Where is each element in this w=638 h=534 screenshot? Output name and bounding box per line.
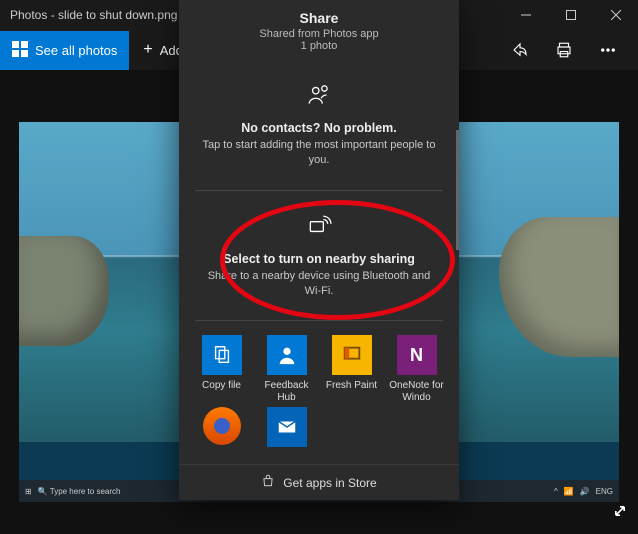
share-count: 1 photo <box>191 40 447 52</box>
minimize-button[interactable] <box>503 0 548 30</box>
close-button[interactable] <box>593 0 638 30</box>
photo-detail <box>19 236 109 346</box>
print-button[interactable] <box>542 30 586 70</box>
plus-icon: + <box>143 41 152 59</box>
app-feedback-hub[interactable]: Feedback Hub <box>256 335 317 403</box>
onenote-icon: N <box>397 335 437 375</box>
get-apps-label: Get apps in Store <box>283 476 376 490</box>
photo-detail <box>499 217 619 357</box>
photos-grid-icon <box>12 41 28 60</box>
maximize-button[interactable] <box>548 0 593 30</box>
share-subtitle: Shared from Photos app <box>191 28 447 40</box>
app-fresh-paint[interactable]: Fresh Paint <box>321 335 382 403</box>
share-title: Share <box>191 10 447 26</box>
app-mail[interactable] <box>256 407 317 452</box>
mail-icon <box>267 407 307 447</box>
share-panel: Share Shared from Photos app 1 photo No … <box>179 0 459 500</box>
nearby-heading: Select to turn on nearby sharing <box>199 252 439 266</box>
share-header: Share Shared from Photos app 1 photo <box>179 0 459 60</box>
nearby-text: Share to a nearby device using Bluetooth… <box>199 269 439 299</box>
more-button[interactable] <box>586 30 630 70</box>
person-icon <box>267 335 307 375</box>
contacts-text: Tap to start adding the most important p… <box>199 138 439 168</box>
copy-icon <box>202 335 242 375</box>
contacts-heading: No contacts? No problem. <box>199 121 439 135</box>
resize-handle-icon[interactable] <box>610 501 630 526</box>
nearby-sharing-block[interactable]: Select to turn on nearby sharing Share t… <box>191 191 447 321</box>
share-apps-grid: Copy file Feedback Hub Fresh Paint N One… <box>191 321 447 458</box>
firefox-icon <box>203 407 241 445</box>
app-onenote[interactable]: N OneNote for Windo <box>386 335 447 403</box>
get-apps-button[interactable]: Get apps in Store <box>179 464 459 500</box>
nearby-share-icon <box>306 226 332 243</box>
people-icon <box>306 95 332 112</box>
scrollbar-thumb[interactable] <box>456 130 459 250</box>
contacts-block[interactable]: No contacts? No problem. Tap to start ad… <box>191 60 447 190</box>
app-copy-file[interactable]: Copy file <box>191 335 252 403</box>
store-icon <box>261 474 275 491</box>
share-button[interactable] <box>498 30 542 70</box>
app-firefox[interactable] <box>191 407 252 452</box>
window-controls <box>503 0 638 30</box>
paint-icon <box>332 335 372 375</box>
see-all-label: See all photos <box>35 43 117 58</box>
see-all-photos-button[interactable]: See all photos <box>0 31 129 70</box>
